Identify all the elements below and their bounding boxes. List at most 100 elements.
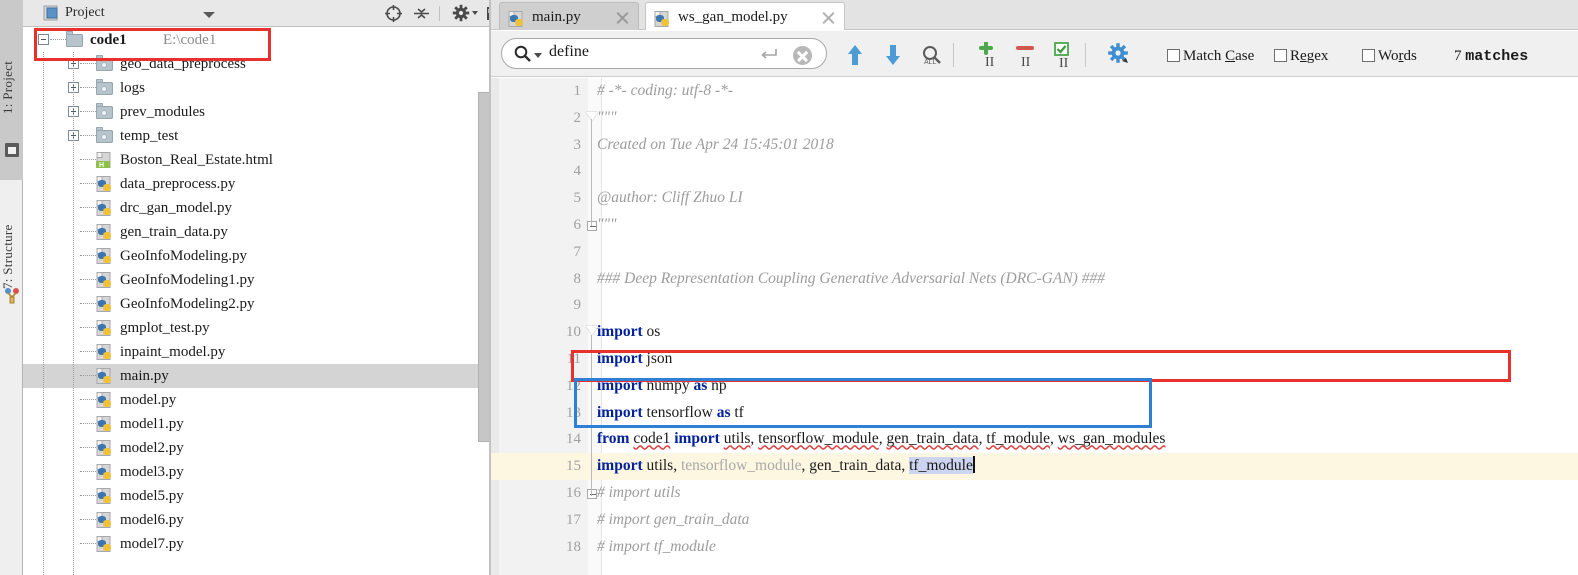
- line-number: 4: [573, 163, 582, 180]
- python-file-icon: [96, 272, 113, 288]
- code-line[interactable]: 3 Created on Tue Apr 24 15:45:01 2018: [491, 132, 1578, 159]
- editor-tab-main-py[interactable]: main.py: [499, 2, 639, 30]
- tree-connector: [80, 279, 96, 280]
- tool-tab-structure[interactable]: 7: Structure: [0, 185, 23, 335]
- tree-row[interactable]: temp_test: [23, 124, 478, 148]
- tree-row-label: prev_modules: [120, 104, 205, 120]
- checkbox-box[interactable]: [1167, 49, 1180, 62]
- code-line[interactable]: 16 # import utils: [491, 480, 1578, 507]
- checkbox-box[interactable]: [1274, 49, 1287, 62]
- tree-row[interactable]: gen_train_data.py: [23, 220, 478, 244]
- line-number: 5: [573, 190, 582, 207]
- select-all-occurrences-icon[interactable]: II: [1050, 42, 1078, 71]
- tree-guide: [43, 52, 44, 575]
- close-icon[interactable]: [616, 11, 629, 24]
- ide-window: 1: Project 7: Structure Project code1 E:…: [0, 0, 1578, 575]
- tree-row[interactable]: model6.py: [23, 508, 478, 532]
- tree-row[interactable]: H Boston_Real_Estate.html: [23, 148, 478, 172]
- code-line[interactable]: 17 # import gen_train_data: [491, 507, 1578, 534]
- code-line[interactable]: 11 import json: [491, 346, 1578, 373]
- find-all-button[interactable]: ALL: [917, 42, 945, 68]
- code-line[interactable]: 18 # import tf_module: [491, 534, 1578, 561]
- tree-row[interactable]: GeoInfoModeling.py: [23, 244, 478, 268]
- line-number: 14: [566, 431, 581, 448]
- add-occurrence-icon[interactable]: II: [974, 41, 1002, 70]
- clear-search-icon[interactable]: [793, 46, 812, 65]
- code-line[interactable]: 2 """: [491, 105, 1578, 132]
- code-token: """: [597, 108, 617, 126]
- tree-connector: [80, 207, 96, 208]
- tree-row[interactable]: GeoInfoModeling1.py: [23, 268, 478, 292]
- python-file-icon: [508, 9, 525, 27]
- gear-icon[interactable]: [451, 4, 478, 23]
- tree-row[interactable]: model5.py: [23, 484, 478, 508]
- tree-row-label: main.py: [120, 368, 169, 384]
- code-token: ### Deep Representation Coupling Generat…: [597, 269, 1105, 287]
- gear-icon[interactable]: [1106, 42, 1134, 68]
- remove-occurrence-icon[interactable]: II: [1012, 42, 1040, 70]
- crosshair-icon[interactable]: [383, 4, 404, 23]
- find-next-button[interactable]: [879, 42, 907, 68]
- code-line-text: @author: Cliff Zhuo LI: [597, 185, 743, 212]
- close-icon[interactable]: [822, 11, 835, 24]
- code-line[interactable]: 1 # -*- coding: utf-8 -*-: [491, 78, 1578, 105]
- tree-row[interactable]: model3.py: [23, 460, 478, 484]
- tree-row-label: temp_test: [120, 128, 179, 144]
- chevron-down-icon[interactable]: [534, 53, 542, 58]
- tree-row[interactable]: geo_data_preprocess: [23, 52, 478, 76]
- find-previous-button[interactable]: [841, 42, 869, 68]
- code-line-text: # -*- coding: utf-8 -*-: [597, 78, 733, 105]
- editor-tab-ws-gan-model-py[interactable]: ws_gan_model.py: [645, 2, 845, 30]
- tree-row-label: model7.py: [120, 536, 184, 552]
- tool-tab-project-label: 1: Project: [0, 60, 15, 114]
- code-line[interactable]: 6 """: [491, 212, 1578, 239]
- python-file-icon: [96, 200, 113, 216]
- code-line[interactable]: 4: [491, 158, 1578, 185]
- code-line[interactable]: 9: [491, 292, 1578, 319]
- project-file-tree[interactable]: code1 E:\code1 geo_data_preprocess logs prev…: [23, 28, 478, 575]
- tree-row[interactable]: inpaint_model.py: [23, 340, 478, 364]
- tree-row[interactable]: main.py: [23, 364, 478, 388]
- tree-row[interactable]: logs: [23, 76, 478, 100]
- words-checkbox[interactable]: Words: [1362, 48, 1417, 65]
- code-line[interactable]: 7: [491, 239, 1578, 266]
- code-line[interactable]: 14 from code1 import utils, tensorflow_mo…: [491, 426, 1578, 453]
- chevron-down-icon[interactable]: [203, 12, 215, 18]
- project-panel-header: Project: [23, 0, 504, 27]
- tree-row[interactable]: code1 E:\code1: [23, 28, 478, 52]
- search-input[interactable]: define: [501, 38, 827, 69]
- tree-connector: [80, 351, 96, 352]
- code-line[interactable]: 15 import utils, tensorflow_module, gen_t…: [491, 453, 1578, 480]
- code-line[interactable]: 8 ### Deep Representation Coupling Genera…: [491, 266, 1578, 293]
- tree-row[interactable]: model.py: [23, 388, 478, 412]
- words-label: Words: [1378, 48, 1417, 64]
- code-line[interactable]: 10 import os: [491, 319, 1578, 346]
- match-case-checkbox[interactable]: Match Case: [1167, 48, 1254, 65]
- line-number: 13: [566, 404, 581, 421]
- search-query-text: define: [549, 43, 589, 60]
- tree-row[interactable]: model2.py: [23, 436, 478, 460]
- tree-row[interactable]: prev_modules: [23, 100, 478, 124]
- tree-row[interactable]: model1.py: [23, 412, 478, 436]
- tree-row[interactable]: drc_gan_model.py: [23, 196, 478, 220]
- tree-connector: [80, 543, 96, 544]
- tree-row[interactable]: gmplot_test.py: [23, 316, 478, 340]
- code-token: # -*- coding: utf-8 -*-: [597, 82, 734, 99]
- collapse-all-icon[interactable]: [411, 4, 432, 23]
- tree-row[interactable]: GeoInfoModeling2.py: [23, 292, 478, 316]
- tree-row-path: E:\code1: [163, 32, 217, 48]
- regex-checkbox[interactable]: Regex: [1274, 48, 1328, 65]
- tree-row[interactable]: model7.py: [23, 532, 478, 556]
- expand-toggle-icon[interactable]: [38, 34, 49, 45]
- code-line[interactable]: 5 @author: Cliff Zhuo LI: [491, 185, 1578, 212]
- project-panel-title: Project: [65, 5, 105, 20]
- code-token: # import utils: [597, 484, 681, 501]
- tree-row[interactable]: data_preprocess.py: [23, 172, 478, 196]
- code-line[interactable]: 13 import tensorflow as tf: [491, 400, 1578, 427]
- code-line-text: # import gen_train_data: [597, 507, 749, 534]
- structure-tool-icon: [4, 287, 20, 305]
- tree-row-label: model.py: [120, 392, 177, 408]
- checkbox-box[interactable]: [1362, 49, 1375, 62]
- code-editor[interactable]: 1 # -*- coding: utf-8 -*- 2 """ 3 Created on …: [491, 78, 1578, 575]
- code-line[interactable]: 12 import numpy as np: [491, 373, 1578, 400]
